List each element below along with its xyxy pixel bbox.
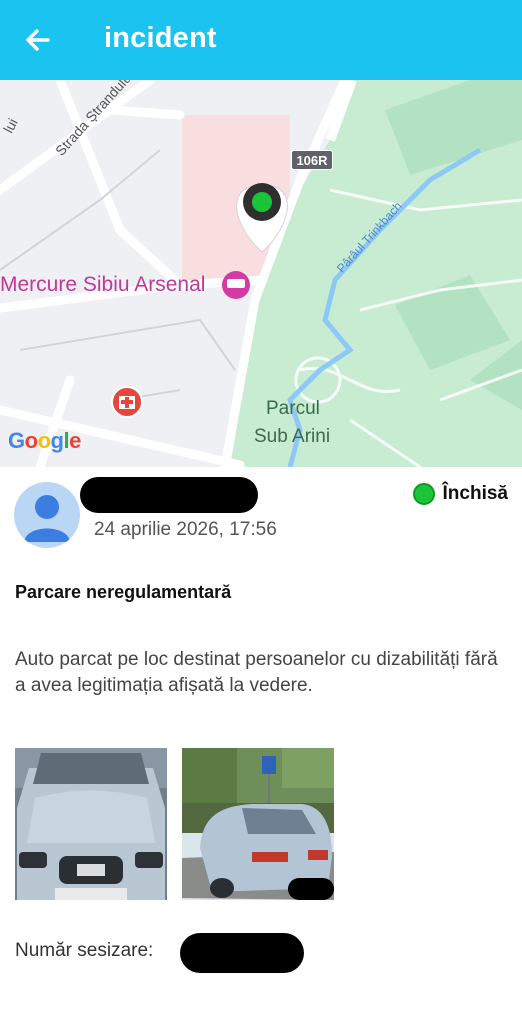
ticket-number-label: Număr sesizare: <box>15 940 154 961</box>
park-label-line1: Parcul <box>266 398 320 419</box>
photo-thumbnail-2[interactable] <box>182 748 334 900</box>
google-logo: Google <box>8 428 81 453</box>
back-button[interactable] <box>20 22 56 58</box>
app-bar: incident <box>0 0 522 80</box>
status-badge: Închisă <box>412 483 508 505</box>
redacted-ticket-number <box>180 933 304 973</box>
photo-thumbnail-1[interactable] <box>15 748 167 900</box>
status-dot-icon <box>412 483 435 505</box>
road-badge: 106R <box>291 150 333 170</box>
incident-description: Auto parcat pe loc destinat persoanelor … <box>15 649 498 696</box>
car-front-photo <box>15 748 167 900</box>
status-text: Închisă <box>442 483 508 504</box>
report-date: 24 aprilie 2026, 17:56 <box>94 519 277 540</box>
user-icon <box>24 495 70 542</box>
location-map[interactable]: lui Strada Ștrandului 106R Pârâul Trinkb… <box>0 80 522 467</box>
avatar <box>14 482 80 548</box>
park-label-line2: Sub Arini <box>254 426 331 447</box>
page-title: incident <box>104 22 217 54</box>
redacted-username <box>80 477 258 513</box>
hotel-label: Mercure Sibiu Arsenal <box>0 273 206 296</box>
arrow-left-icon <box>26 29 50 51</box>
redacted-plate <box>288 878 334 900</box>
incident-type: Parcare neregulamentară <box>15 582 232 602</box>
